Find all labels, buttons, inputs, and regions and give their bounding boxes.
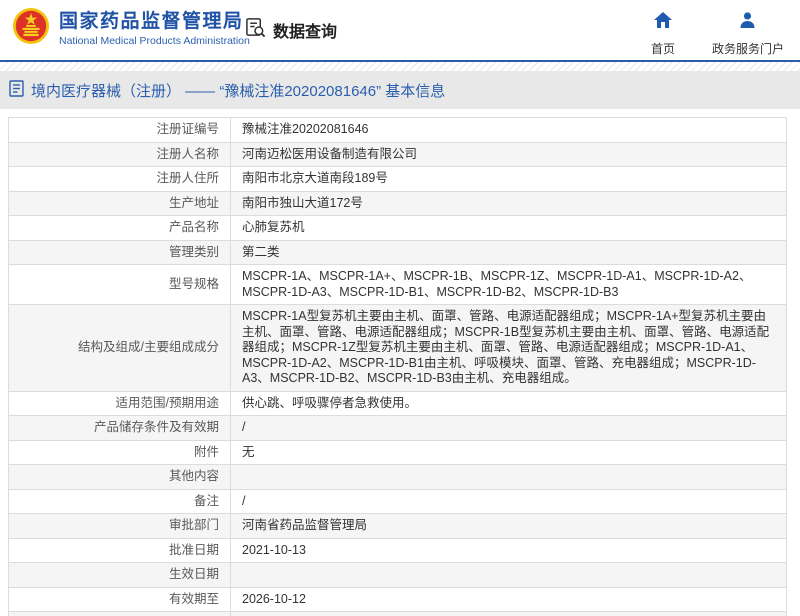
- site-logo[interactable]: 国家药品监督管理局 National Medical Products Admi…: [12, 7, 250, 50]
- nav-home-label: 首页: [650, 42, 675, 56]
- row-label-text: 生产地址: [168, 195, 219, 210]
- row-label: 有效期至: [8, 586, 231, 612]
- row-value: [230, 464, 787, 490]
- nav-gov-portal-label: 政务服务门户: [711, 42, 784, 56]
- row-label-text: 有效期至: [168, 591, 219, 606]
- table-row: 批准日期 2021-10-13: [8, 537, 787, 563]
- row-value: 无: [230, 439, 787, 465]
- document-icon: [9, 79, 24, 101]
- row-label: 注册证编号: [8, 117, 231, 143]
- table-row: 注册证编号 豫械注准20202081646: [8, 117, 787, 143]
- row-value: /: [230, 611, 787, 616]
- row-label: 结构及组成/主要组成成分: [8, 304, 231, 392]
- texture-strip: [0, 62, 800, 71]
- row-label: 产品储存条件及有效期: [8, 415, 231, 441]
- page-title: 境内医疗器械（注册） —— “豫械注准20202081646” 基本信息: [31, 82, 446, 100]
- row-value: 2026-10-12: [230, 586, 787, 612]
- table-row: 注册人住所 南阳市北京大道南段189号: [8, 166, 787, 192]
- row-label-text: 管理类别: [168, 244, 219, 259]
- row-label: 生产地址: [8, 190, 231, 216]
- table-row: 生产地址 南阳市独山大道172号: [8, 190, 787, 216]
- row-label-text: 型号规格: [168, 276, 219, 291]
- row-label-text: 附件: [193, 444, 219, 459]
- data-query-icon: [245, 17, 266, 43]
- site-header: 国家药品监督管理局 National Medical Products Admi…: [0, 0, 800, 62]
- row-label: 附件: [8, 439, 231, 465]
- row-value: 2021-10-13: [230, 537, 787, 563]
- row-label: 型号规格: [8, 264, 231, 305]
- table-row: 适用范围/预期用途 供心跳、呼吸骤停者急救使用。: [8, 390, 787, 416]
- table-row: 注册人名称 河南迈松医用设备制造有限公司: [8, 141, 787, 167]
- table-row: 备注 /: [8, 488, 787, 514]
- row-label: 管理类别: [8, 239, 231, 265]
- row-label: 生效日期: [8, 562, 231, 588]
- row-label-text: 生效日期: [168, 567, 219, 581]
- row-value: /: [230, 415, 787, 441]
- row-value: 第二类: [230, 239, 787, 265]
- row-label-text: 注册人住所: [156, 171, 219, 185]
- row-value: 河南迈松医用设备制造有限公司: [230, 141, 787, 167]
- table-row: 有效期至 2026-10-12: [8, 586, 787, 612]
- table-row: 产品储存条件及有效期 /: [8, 415, 787, 441]
- table-row: 管理类别 第二类: [8, 239, 787, 265]
- site-title: 国家药品监督管理局: [59, 10, 244, 32]
- row-value: [230, 562, 787, 588]
- row-label: 其他内容: [8, 464, 231, 490]
- row-value: 供心跳、呼吸骤停者急救使用。: [230, 390, 787, 416]
- nav-gov-portal[interactable]: 政务服务门户: [712, 12, 784, 57]
- row-value: 南阳市独山大道172号: [230, 190, 787, 216]
- page-title-bar: 境内医疗器械（注册） —— “豫械注准20202081646” 基本信息: [0, 71, 800, 109]
- home-icon: [653, 12, 672, 31]
- row-label-text: 产品储存条件及有效期: [93, 420, 219, 434]
- row-label: 变更情况: [8, 611, 231, 616]
- row-label: 批准日期: [8, 537, 231, 563]
- user-icon: [739, 12, 756, 31]
- brand-text: 国家药品监督管理局 National Medical Products Admi…: [59, 10, 250, 48]
- row-label-text: 备注: [193, 493, 219, 508]
- row-label: 适用范围/预期用途: [8, 390, 231, 416]
- registration-info-table: 注册证编号 豫械注准20202081646 注册人名称 河南迈松医用设备制造有限…: [8, 117, 787, 616]
- row-value: 河南省药品监督管理局: [230, 513, 787, 539]
- row-label-text: 审批部门: [168, 518, 219, 532]
- row-value: MSCPR-1A、MSCPR-1A+、MSCPR-1B、MSCPR-1Z、MSC…: [230, 264, 787, 305]
- table-row: 变更情况 /: [8, 611, 787, 616]
- row-label-text: 批准日期: [168, 542, 219, 557]
- row-value: MSCPR-1A型复苏机主要由主机、面罩、管路、电源适配器组成；MSCPR-1A…: [230, 304, 787, 392]
- data-query-tab[interactable]: 数据查询: [245, 17, 337, 43]
- info-table-body: 注册证编号 豫械注准20202081646 注册人名称 河南迈松医用设备制造有限…: [8, 117, 787, 616]
- table-row: 结构及组成/主要组成成分 MSCPR-1A型复苏机主要由主机、面罩、管路、电源适…: [8, 304, 787, 392]
- table-row: 其他内容: [8, 464, 787, 490]
- row-value: 心肺复苏机: [230, 215, 787, 241]
- row-label-text: 其他内容: [168, 469, 219, 483]
- header-nav: 首页 政务服务门户: [640, 12, 784, 57]
- national-emblem-icon: [12, 7, 50, 50]
- row-value: 南阳市北京大道南段189号: [230, 166, 787, 192]
- row-label-text: 结构及组成/主要组成成分: [78, 340, 219, 354]
- row-label: 注册人住所: [8, 166, 231, 192]
- data-query-label: 数据查询: [273, 24, 338, 41]
- nav-home[interactable]: 首页: [640, 12, 686, 57]
- table-row: 型号规格 MSCPR-1A、MSCPR-1A+、MSCPR-1B、MSCPR-1…: [8, 264, 787, 305]
- row-label: 注册人名称: [8, 141, 231, 167]
- row-label-text: 产品名称: [168, 220, 219, 234]
- table-row: 生效日期: [8, 562, 787, 588]
- row-label-text: 注册人名称: [156, 146, 219, 161]
- table-row: 产品名称 心肺复苏机: [8, 215, 787, 241]
- site-subtitle: National Medical Products Administration: [59, 34, 250, 47]
- row-label-text: 适用范围/预期用途: [115, 395, 219, 410]
- row-label: 备注: [8, 488, 231, 514]
- row-label: 审批部门: [8, 513, 231, 539]
- row-value: 豫械注准20202081646: [230, 117, 787, 143]
- table-row: 审批部门 河南省药品监督管理局: [8, 513, 787, 539]
- row-label: 产品名称: [8, 215, 231, 241]
- row-label-text: 注册证编号: [156, 122, 219, 136]
- row-value: /: [230, 488, 787, 514]
- table-row: 附件 无: [8, 439, 787, 465]
